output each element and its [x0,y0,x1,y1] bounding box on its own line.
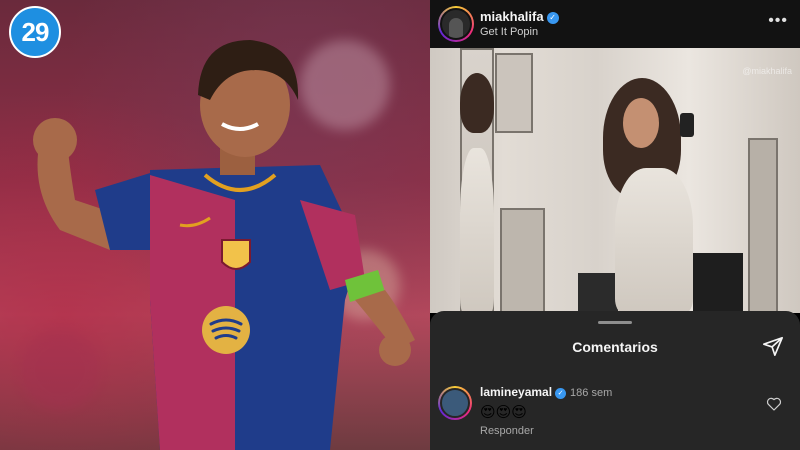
player-photo: 29 [0,0,430,450]
story-watermark: @miakhalifa [742,66,792,76]
player-figure [33,40,415,450]
story-username-text: miakhalifa [480,9,544,24]
site-logo: 29 [9,6,61,58]
verified-badge-icon: ✓ [555,388,567,399]
sheet-drag-handle[interactable] [598,321,632,324]
verified-badge-icon: ✓ [546,12,559,24]
more-horizontal-icon[interactable]: ••• [768,12,788,30]
comments-title: Comentarios [572,339,658,355]
comment-username[interactable]: lamineyamal [480,385,552,399]
story-header: miakhalifa ✓ Get It Popin ••• [430,0,800,48]
comment-time: 186 sem [570,387,613,399]
reply-button[interactable]: Responder [480,425,534,437]
comment-avatar[interactable] [438,386,472,420]
site-logo-text: 29 [21,16,50,47]
send-icon[interactable] [762,335,784,357]
story-song[interactable]: Get It Popin [480,26,538,38]
story-avatar[interactable] [438,6,474,42]
story-photo: @miakhalifa [430,48,800,313]
comment-header: lamineyamal ✓ 186 sem [480,385,612,399]
heart-outline-icon[interactable] [766,396,782,412]
comments-sheet: Comentarios lamineyamal ✓ 186 sem 😍😍😍 Resp… [430,311,800,450]
story-username[interactable]: miakhalifa ✓ [480,9,559,24]
instagram-story-screenshot: miakhalifa ✓ Get It Popin ••• @miakhalifa… [430,0,800,450]
comment-text: 😍😍😍 [480,404,527,421]
